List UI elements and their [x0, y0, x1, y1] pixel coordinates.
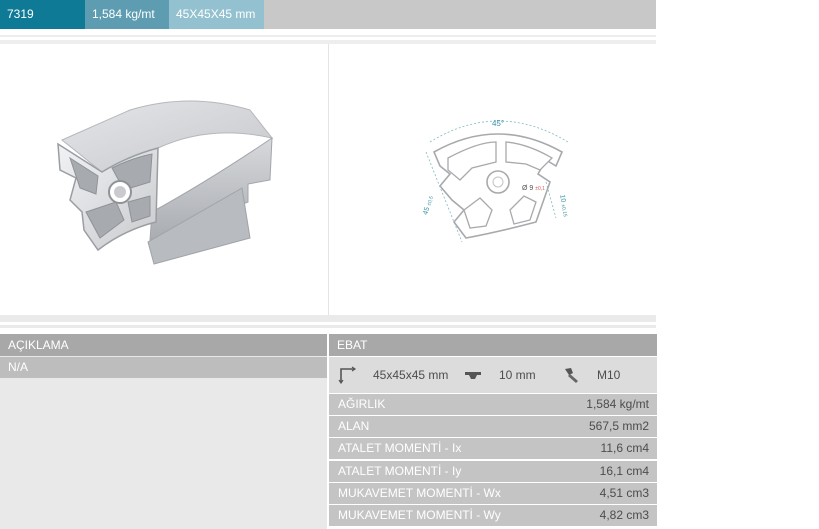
profile-technical-drawing: 45° 45 ±0,5 Ø 9 ±0,1 10 ±0,15 [422, 119, 569, 243]
profile-size: 45x45x45 mm [373, 368, 449, 382]
image-divider [328, 44, 329, 315]
side-tolerance: ±0,5 [426, 195, 435, 206]
property-value: 1,584 kg/mt [586, 397, 649, 411]
property-row: MUKAVEMET MOMENTİ - Wx 4,51 cm3 [329, 483, 657, 504]
property-value: 4,51 cm3 [599, 486, 649, 500]
profile-3d-image [57, 100, 274, 265]
specifications-panel: EBAT 45x45x45 mm 10 mm M10 AĞIRLIK 1,584… [329, 334, 657, 529]
property-row: MUKAVEMET MOMENTİ - Wy 4,82 cm3 [329, 505, 657, 526]
property-row: AĞIRLIK 1,584 kg/mt [329, 394, 657, 415]
corner-dimension-icon [338, 366, 357, 384]
screw-icon [565, 368, 578, 383]
property-label: MUKAVEMET MOMENTİ - Wy [338, 508, 501, 522]
separator [0, 35, 656, 37]
property-label: AĞIRLIK [338, 397, 386, 411]
property-value: 567,5 mm2 [588, 419, 649, 433]
svg-text:45 ±0,5: 45 ±0,5 [422, 195, 435, 216]
description-value: N/A [0, 357, 327, 378]
property-value: 16,1 cm4 [599, 464, 649, 478]
property-row: ATALET MOMENTİ - Ix 11,6 cm4 [329, 438, 657, 459]
slot-dimension: 10 [558, 194, 566, 203]
screw-size: M10 [597, 368, 621, 382]
product-code: 7319 [0, 0, 85, 29]
property-label: ALAN [338, 419, 370, 433]
dimensions-title: EBAT [329, 334, 657, 356]
property-label: ATALET MOMENTİ - Iy [338, 464, 462, 478]
property-row: ATALET MOMENTİ - Iy 16,1 cm4 [329, 461, 657, 482]
svg-text:10 ±0,15: 10 ±0,15 [558, 194, 569, 217]
property-value: 11,6 cm4 [600, 441, 649, 455]
property-label: MUKAVEMET MOMENTİ - Wx [338, 486, 501, 500]
description-panel: AÇIKLAMA N/A [0, 334, 327, 529]
separator [0, 325, 656, 328]
angle-label: 45° [492, 119, 504, 128]
product-weight: 1,584 kg/mt [85, 0, 169, 29]
property-row: ALAN 567,5 mm2 [329, 416, 657, 437]
slot-size: 10 mm [499, 368, 536, 382]
hole-diameter: Ø 9 [522, 185, 533, 192]
product-header-bar: 7319 1,584 kg/mt 45X45X45 mm [0, 0, 656, 29]
description-title: AÇIKLAMA [0, 334, 327, 356]
slot-tolerance: ±0,15 [560, 204, 568, 218]
side-dimension: 45 [422, 206, 431, 216]
separator [0, 315, 656, 322]
property-value: 4,82 cm3 [599, 508, 649, 522]
svg-text:Ø 9 ±0,1: Ø 9 ±0,1 [522, 185, 545, 192]
property-label: ATALET MOMENTİ - Ix [338, 441, 462, 455]
hole-tolerance: ±0,1 [535, 186, 545, 192]
product-size: 45X45X45 mm [169, 0, 264, 29]
slot-profile-icon [465, 372, 481, 379]
dimension-summary-row: 45x45x45 mm 10 mm M10 [329, 357, 657, 393]
